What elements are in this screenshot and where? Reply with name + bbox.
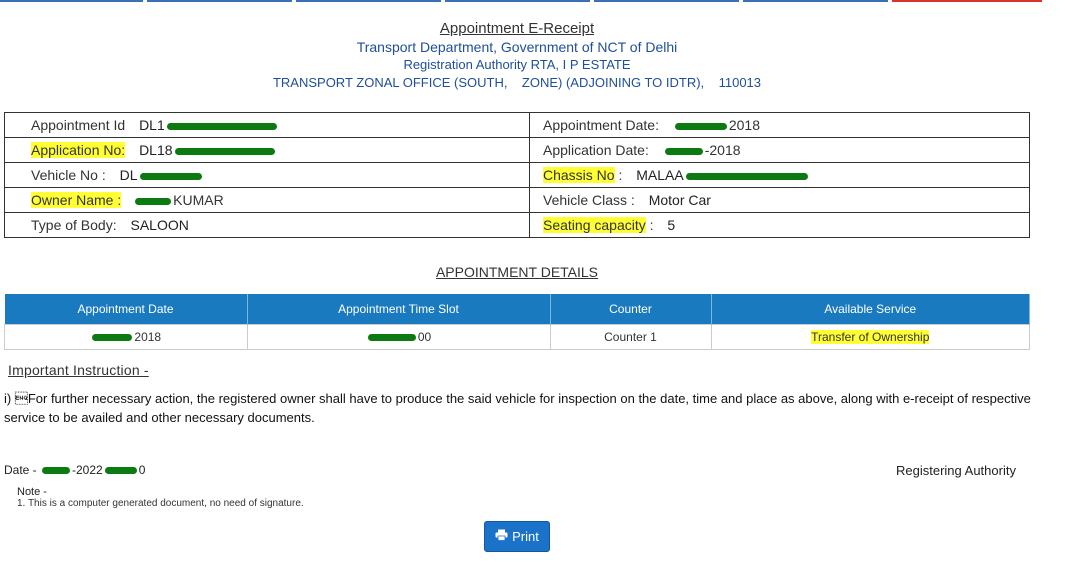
table-row: Vehicle No : DL Chassis No : MALAA	[4, 162, 1030, 188]
instructions-title: Important Instruction -	[8, 362, 149, 378]
redaction-mark	[139, 172, 202, 180]
table-row: 2018 00 Counter 1 Transfer of Ownership	[4, 324, 1030, 350]
body-type-label: Type of Body:	[31, 217, 117, 233]
vehicle-class-value: Motor Car	[648, 192, 711, 208]
vehicle-class-cell: Vehicle Class : Motor Car	[529, 187, 1030, 213]
application-date-cell: Application Date: -2018	[529, 137, 1030, 163]
owner-name-cell: Owner Name : KUMAR	[4, 187, 530, 213]
available-service-cell: Transfer of Ownership	[710, 324, 1030, 350]
redaction-mark	[367, 334, 416, 342]
redaction-mark	[42, 467, 71, 475]
date-time-tail: 0	[138, 463, 146, 477]
column-header: Appointment Date	[4, 294, 248, 325]
receipt-date: Date - -2022 0	[4, 463, 145, 477]
body-type-cell: Type of Body: SALOON	[4, 212, 530, 238]
application-no-value: DL18	[139, 142, 173, 158]
redaction-mark	[166, 122, 277, 130]
redaction-mark	[174, 147, 275, 155]
owner-name-value: KUMAR	[173, 192, 224, 208]
vehicle-no-label: Vehicle No :	[31, 167, 106, 183]
column-header: Appointment Time Slot	[247, 294, 551, 325]
redaction-mark	[685, 172, 808, 180]
appointment-date-value-cell: 2018	[4, 324, 248, 350]
column-header: Available Service	[711, 294, 1030, 325]
top-tab-strip	[0, 0, 1065, 2]
chassis-no-cell: Chassis No : MALAA	[529, 162, 1030, 188]
appointment-date-label: Appointment Date:	[543, 117, 659, 133]
appointment-id-label: Appointment Id	[31, 117, 126, 133]
print-button[interactable]: Print	[484, 521, 550, 552]
seating-capacity-label: Seating capacity	[543, 217, 646, 233]
vehicle-class-label: Vehicle Class :	[543, 192, 635, 208]
application-date-label: Application Date:	[543, 142, 649, 158]
appointment-date-cell: Appointment Date: 2018	[529, 112, 1030, 138]
application-no-label: Application No:	[31, 142, 126, 158]
appointment-id-cell: Appointment Id DL1	[4, 112, 530, 138]
instructions-text: i) For further necessary action, the re…	[4, 391, 1031, 425]
redaction-mark	[92, 334, 133, 342]
appointment-date-value: 2018	[728, 117, 761, 133]
vehicle-no-cell: Vehicle No : DL	[4, 162, 530, 188]
printer-icon	[495, 529, 508, 544]
receipt-title: Appointment E-Receipt	[439, 20, 595, 37]
registration-authority: Registration Authority RTA, I P ESTATE	[403, 57, 631, 72]
counter-value-cell: Counter 1	[549, 324, 712, 350]
available-service-value: Transfer of Ownership	[811, 330, 930, 344]
date-prefix: Date -	[4, 463, 41, 477]
appointment-id-value: DL1	[139, 117, 165, 133]
print-button-label: Print	[512, 529, 539, 544]
redaction-mark	[135, 197, 172, 205]
column-header: Counter	[550, 294, 712, 325]
appointment-details-title: APPOINTMENT DETAILS	[435, 264, 599, 280]
table-row: Type of Body: SALOON Seating capacity : …	[4, 212, 1030, 238]
table-row: Appointment Id DL1 Appointment Date: 201…	[4, 112, 1030, 138]
receipt-header: Appointment E-Receipt Transport Departme…	[0, 20, 1034, 92]
chassis-no-value: MALAA	[636, 167, 684, 183]
table-row: Application No: DL18 Application Date: -…	[4, 137, 1030, 163]
department-name: Transport Department, Government of NCT …	[356, 39, 678, 55]
table-header-row: Appointment Date Appointment Time Slot C…	[4, 294, 1030, 325]
note-title: Note -	[17, 486, 47, 498]
redaction-mark	[674, 122, 727, 130]
seating-capacity-cell: Seating capacity : 5	[529, 212, 1030, 238]
seating-capacity-value: 5	[667, 217, 676, 233]
appointment-time-value-cell: 00	[246, 324, 551, 350]
chassis-no-label: Chassis No	[543, 167, 615, 183]
vehicle-no-value: DL	[119, 167, 138, 183]
registering-authority: Registering Authority	[896, 463, 1016, 478]
redaction-mark	[664, 147, 703, 155]
zonal-office: TRANSPORT ZONAL OFFICE (SOUTH, ZONE) (AD…	[272, 75, 762, 90]
table-row: Owner Name : KUMAR Vehicle Class : Motor…	[4, 187, 1030, 213]
redaction-mark	[104, 467, 137, 475]
seating-capacity-separator: :	[645, 217, 654, 233]
appointment-table: Appointment Date Appointment Time Slot C…	[4, 294, 1030, 350]
date-year: -2022	[72, 463, 103, 477]
note-text: 1. This is a computer generated document…	[17, 498, 304, 509]
owner-name-label: Owner Name :	[31, 192, 122, 208]
body-type-value: SALOON	[130, 217, 189, 233]
chassis-no-separator: :	[614, 167, 623, 183]
application-no-cell: Application No: DL18	[4, 137, 530, 163]
vehicle-details-table: Appointment Id DL1 Appointment Date: 201…	[4, 112, 1030, 238]
application-date-value: -2018	[704, 142, 741, 158]
